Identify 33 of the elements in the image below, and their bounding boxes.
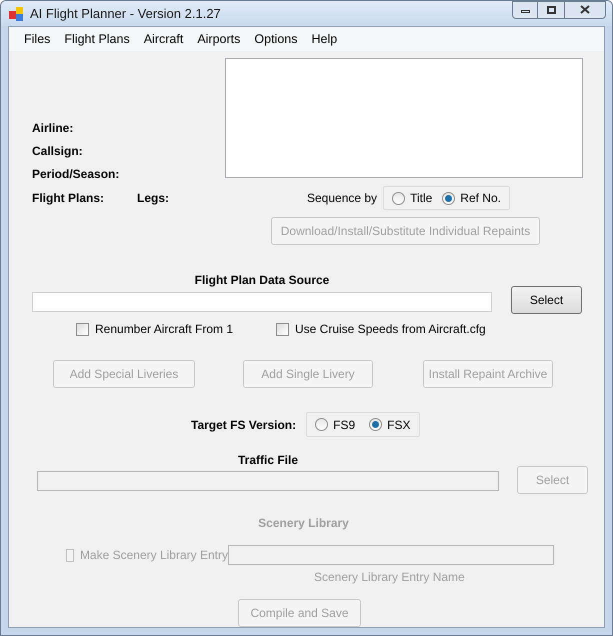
checkbox-option[interactable]: Renumber Aircraft From 1 bbox=[76, 320, 276, 338]
radio-option[interactable]: Ref No. bbox=[442, 189, 501, 207]
close-button[interactable] bbox=[564, 1, 606, 18]
target-label: Target FS Version: bbox=[191, 416, 296, 434]
count-label: Legs: bbox=[137, 190, 170, 207]
section-title: Scenery Library bbox=[258, 515, 349, 532]
menu-item[interactable]: Flight Plans bbox=[57, 30, 137, 48]
info-label: Callsign: bbox=[32, 143, 84, 158]
menu-item[interactable]: Aircraft bbox=[136, 30, 190, 48]
section-title: Flight Plan Data Source bbox=[194, 272, 330, 289]
menu-item[interactable]: Help bbox=[304, 30, 344, 48]
maximize-button[interactable] bbox=[538, 1, 564, 18]
minimize-button[interactable] bbox=[512, 1, 538, 18]
count-label: Flight Plans: bbox=[32, 190, 105, 207]
radio-option[interactable]: FS9 bbox=[315, 416, 356, 434]
close-icon bbox=[580, 5, 590, 14]
menu-item[interactable]: Options bbox=[247, 30, 304, 48]
sequence-label: Sequence by bbox=[307, 190, 378, 207]
input-field[interactable] bbox=[32, 292, 492, 312]
info-label: Period/Season: bbox=[32, 166, 120, 181]
app-icon bbox=[9, 6, 23, 20]
checkbox-option[interactable]: Use Cruise Speeds from Aircraft.cfg bbox=[276, 320, 486, 338]
push-button[interactable]: Select bbox=[511, 286, 582, 314]
minimize-icon bbox=[520, 10, 530, 13]
radio-option[interactable]: FSX bbox=[369, 416, 410, 434]
menu-item[interactable]: Airports bbox=[190, 30, 248, 48]
field-caption: Scenery Library Entry Name bbox=[314, 569, 466, 586]
radio-option[interactable]: Title bbox=[392, 189, 432, 207]
maximize-icon bbox=[546, 6, 556, 14]
menu-item[interactable]: Files bbox=[17, 30, 58, 48]
window-title: AI Flight Planner - Version 2.1.27 bbox=[30, 4, 221, 23]
info-label: Airline: bbox=[32, 120, 74, 135]
section-title: Traffic File bbox=[238, 452, 298, 469]
